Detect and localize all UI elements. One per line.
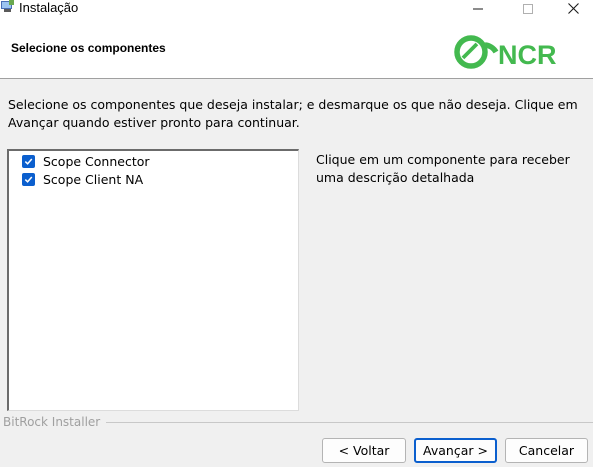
- component-item-scope-client-na[interactable]: Scope Client NA: [22, 170, 143, 188]
- next-button[interactable]: Avançar >: [414, 438, 497, 463]
- logo-text: NCR: [498, 40, 557, 70]
- installer-app-icon: [1, 0, 14, 12]
- minimize-button[interactable]: [455, 0, 501, 17]
- page-header: Selecione os componentes NCR: [0, 17, 593, 79]
- checkmark-icon: [24, 158, 33, 165]
- component-item-scope-connector[interactable]: Scope Connector: [22, 152, 150, 170]
- component-label: Scope Client NA: [43, 171, 144, 187]
- footer-divider: [100, 422, 593, 423]
- maximize-icon: [523, 3, 533, 14]
- installer-brand-label: BitRock Installer: [3, 415, 107, 429]
- back-button[interactable]: < Voltar: [322, 438, 406, 463]
- component-description: Clique em um componente para receber uma…: [316, 152, 570, 185]
- component-checkbox[interactable]: [22, 172, 35, 186]
- maximize-button[interactable]: [505, 0, 551, 17]
- close-button[interactable]: [550, 0, 593, 17]
- component-label: Scope Connector: [43, 153, 150, 169]
- checkmark-icon: [24, 176, 33, 183]
- minimize-icon: [473, 8, 483, 9]
- component-list[interactable]: Scope Connector Scope Client NA: [7, 149, 299, 411]
- page-title: Selecione os componentes: [11, 41, 166, 55]
- cancel-button[interactable]: Cancelar: [505, 438, 588, 463]
- instruction-text: Selecione os componentes que deseja inst…: [8, 97, 578, 130]
- window-title: Instalação: [19, 0, 79, 15]
- ncr-logo: NCR: [454, 35, 557, 70]
- component-checkbox[interactable]: [22, 154, 35, 168]
- title-bar[interactable]: Instalação: [0, 0, 593, 17]
- close-icon: [567, 3, 579, 14]
